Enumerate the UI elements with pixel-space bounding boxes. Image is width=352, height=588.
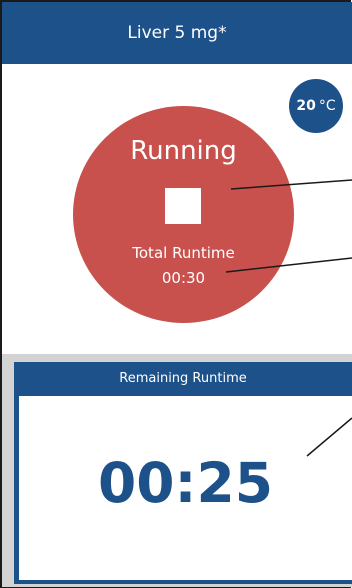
sample-title: Liver 5 mg* — [127, 23, 227, 43]
remaining-runtime-label: Remaining Runtime — [119, 370, 247, 386]
temperature-unit: °C — [318, 98, 336, 114]
run-status-circle[interactable]: Running Total Runtime 00:30 — [73, 106, 294, 323]
run-status-label: Running — [130, 136, 237, 166]
temperature-value: 20 — [296, 98, 316, 114]
total-runtime-label: Total Runtime — [132, 244, 235, 262]
header-bar: Liver 5 mg* — [2, 2, 352, 64]
stop-square-icon[interactable] — [165, 188, 201, 224]
temperature-badge: 20 °C — [289, 79, 343, 133]
total-runtime-value: 00:30 — [161, 269, 206, 287]
remaining-runtime-body: 00:25 — [19, 396, 352, 580]
remaining-runtime-value: 00:25 — [97, 451, 274, 515]
remaining-runtime-panel: Remaining Runtime 00:25 — [14, 362, 352, 584]
